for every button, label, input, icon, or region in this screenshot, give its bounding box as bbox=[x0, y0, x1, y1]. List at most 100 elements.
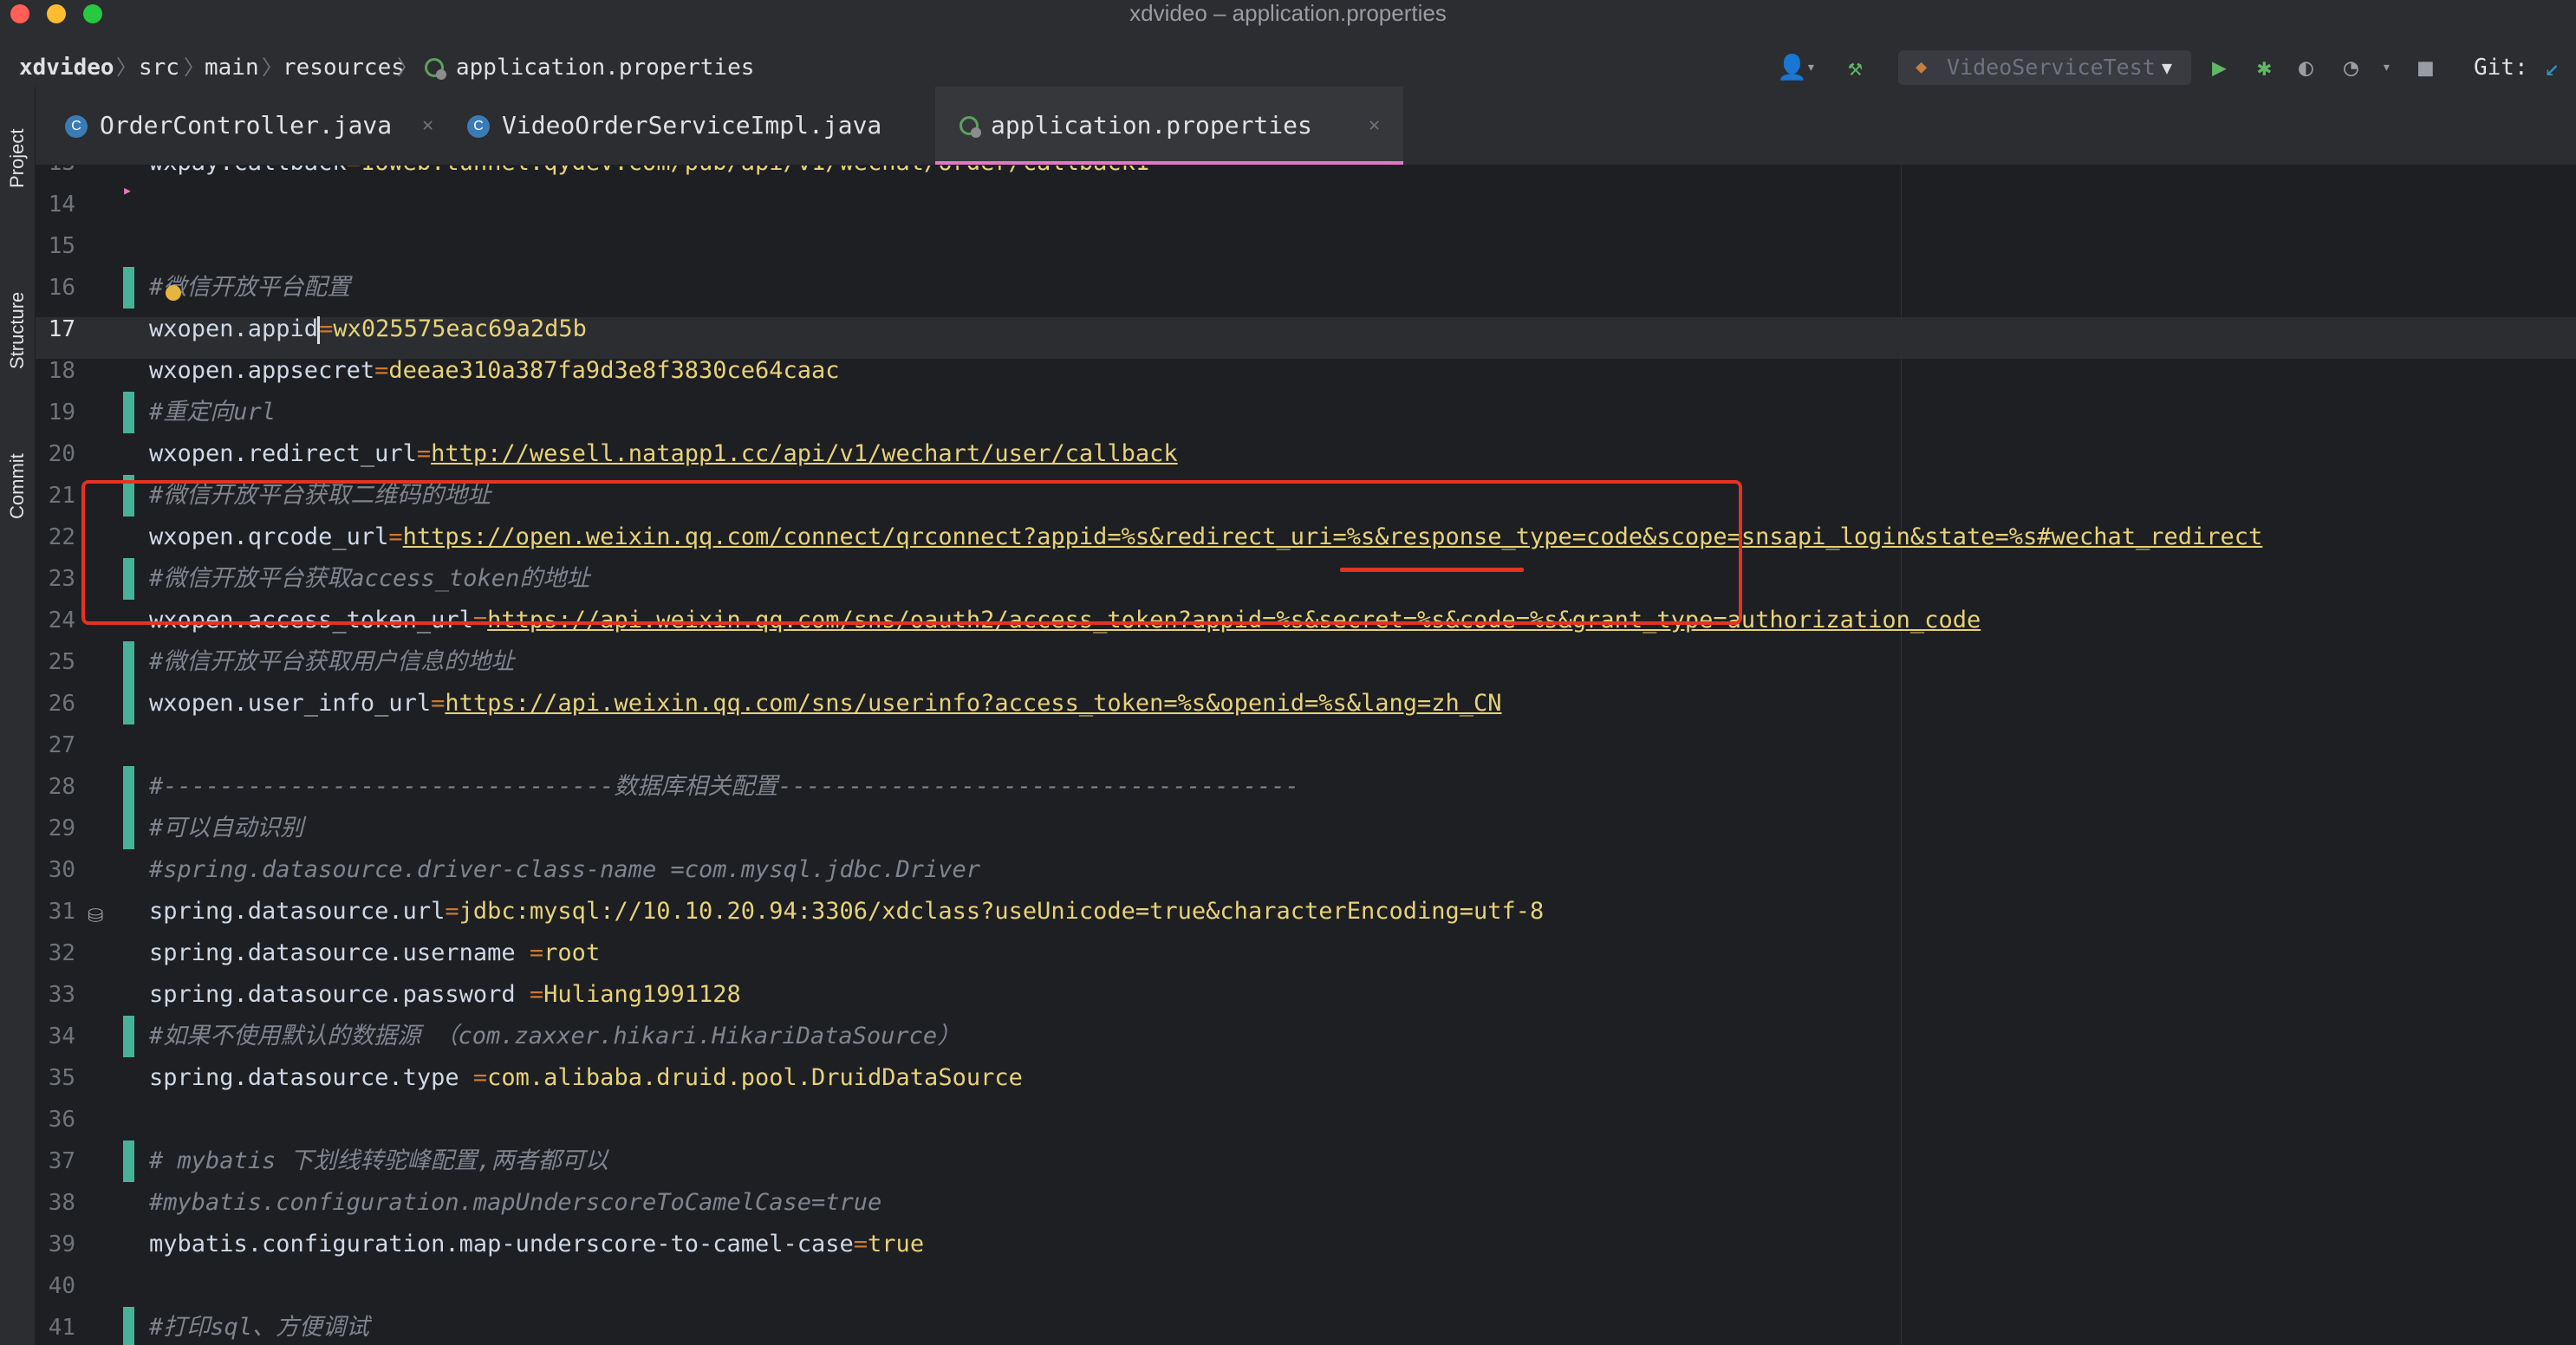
property-key: wxopen.appid bbox=[149, 315, 319, 342]
line-code: #mybatis.configuration.mapUnderscoreToCa… bbox=[149, 1182, 881, 1224]
line-code: # mybatis 下划线转驼峰配置,两者都可以 bbox=[149, 1140, 608, 1182]
property-value: true bbox=[868, 1231, 925, 1257]
tool-window-structure[interactable]: Structure bbox=[0, 257, 35, 404]
comment-text: #重定向url bbox=[149, 399, 276, 426]
line-number: 27 bbox=[48, 732, 75, 758]
line-number: 23 bbox=[48, 566, 75, 592]
property-key: wxpay.callback bbox=[149, 166, 347, 176]
window-title: xdvideo – application.properties bbox=[1129, 0, 1447, 26]
line-number: 26 bbox=[48, 691, 75, 717]
close-icon[interactable]: ✕ bbox=[1369, 87, 1380, 165]
vcs-change-marker bbox=[123, 766, 134, 808]
code-line: 18 wxopen.appsecret=deeae310a387fa9d3e8f3… bbox=[36, 350, 2576, 392]
property-value: Huliang1991128 bbox=[543, 981, 741, 1008]
close-icon[interactable]: ✕ bbox=[422, 87, 433, 165]
chevron-right-icon: 〉 bbox=[262, 55, 283, 80]
editor-tab-bar: C OrderController.java ✕ C VideoOrderSer… bbox=[36, 87, 2576, 166]
line-number: 41 bbox=[48, 1315, 75, 1341]
property-value: root bbox=[543, 939, 601, 966]
code-line: 19 #重定向url bbox=[36, 392, 2576, 433]
property-value-url[interactable]: http://wesell.natapp1.cc/api/v1/wechart/… bbox=[431, 440, 1178, 467]
code-line: 31 spring.datasource.url=jdbc:mysql://10.… bbox=[36, 891, 2576, 932]
tab-order-controller[interactable]: C OrderController.java ✕ bbox=[55, 87, 443, 165]
property-value: 16web.tunnel.qydev.com/pub/api/v1/wechat… bbox=[361, 166, 1149, 176]
vcs-change-marker bbox=[123, 392, 134, 433]
vcs-change-marker bbox=[123, 267, 134, 309]
property-value: com.alibaba.druid.pool.DruidDataSource bbox=[487, 1064, 1023, 1091]
tool-window-project[interactable]: Project bbox=[0, 102, 35, 215]
breadcrumb-file[interactable]: application.properties bbox=[456, 49, 754, 87]
intention-bulb-icon[interactable] bbox=[166, 285, 181, 301]
line-number: 38 bbox=[48, 1190, 75, 1216]
run-icon[interactable]: ▶ bbox=[2212, 49, 2227, 87]
run-config-label: VideoServiceTest bbox=[1947, 55, 2156, 80]
tab-application-properties[interactable]: application.properties ✕ bbox=[935, 87, 1403, 165]
breadcrumb-src[interactable]: src bbox=[139, 49, 179, 87]
comment-text: #微信开放平台获取用户信息的地址 bbox=[149, 648, 515, 675]
line-number: 29 bbox=[48, 815, 75, 841]
vcs-change-marker bbox=[123, 1016, 134, 1057]
user-account-icon[interactable]: 👤 bbox=[1777, 49, 1807, 87]
line-code: wxpay.callback=16web.tunnel.qydev.com/pu… bbox=[149, 166, 1149, 184]
line-number: 22 bbox=[48, 524, 75, 550]
code-line: 30 #spring.datasource.driver-class-name =… bbox=[36, 849, 2576, 891]
breadcrumb-resources[interactable]: resources bbox=[283, 49, 405, 87]
line-code: #可以自动识别 bbox=[149, 808, 303, 849]
line-code: wxopen.appid=wx025575eac69a2d5b bbox=[149, 309, 587, 350]
property-separator: = bbox=[319, 315, 334, 342]
property-key: wxopen.user_info_url bbox=[149, 690, 432, 717]
property-value: jdbc:mysql://10.10.20.94:3306/xdclass?us… bbox=[459, 898, 1545, 925]
line-number: 32 bbox=[48, 940, 75, 966]
code-line: 39 mybatis.configuration.map-underscore-t… bbox=[36, 1224, 2576, 1265]
code-line: 29 #可以自动识别 bbox=[36, 808, 2576, 849]
run-config-kind-icon: ◆ bbox=[1916, 56, 1928, 78]
java-class-icon: C bbox=[65, 115, 88, 138]
code-line: 13 wxpay.callback=16web.tunnel.qydev.com/… bbox=[36, 166, 2576, 184]
code-line: 41 #打印sql、方便调试 bbox=[36, 1307, 2576, 1345]
tab-label: VideoOrderServiceImpl.java bbox=[502, 111, 882, 140]
run-configuration-select[interactable]: ◆ VideoServiceTest ▼ bbox=[1898, 50, 2191, 85]
comment-text: #--------------------------------数据库相关配置… bbox=[149, 773, 1299, 800]
line-number: 40 bbox=[48, 1273, 75, 1299]
line-code: #打印sql、方便调试 bbox=[149, 1307, 369, 1345]
line-number: 14 bbox=[48, 192, 75, 218]
tab-video-order-service-impl[interactable]: C VideoOrderServiceImpl.java bbox=[457, 87, 881, 165]
code-line: 36 bbox=[36, 1099, 2576, 1140]
tool-window-commit[interactable]: Commit bbox=[0, 430, 35, 543]
code-line: 35 spring.datasource.type =com.alibaba.dr… bbox=[36, 1057, 2576, 1099]
property-value-url[interactable]: https://api.weixin.qq.com/sns/userinfo?a… bbox=[445, 690, 1501, 717]
line-code: #--------------------------------数据库相关配置… bbox=[149, 766, 1299, 808]
chevron-down-icon[interactable]: ▾ bbox=[1806, 49, 1816, 87]
code-line: 25 #微信开放平台获取用户信息的地址 bbox=[36, 641, 2576, 683]
tool-window-commit-label: Commit bbox=[6, 453, 28, 519]
vcs-change-marker bbox=[123, 1307, 134, 1345]
debug-bug-icon[interactable]: ✱ bbox=[2257, 49, 2272, 87]
annotation-underline bbox=[1340, 568, 1524, 572]
line-number: 13 bbox=[36, 166, 75, 184]
code-editor[interactable]: ▸ 13wxpay.callback=16web.tunnel.qydev.co… bbox=[36, 166, 2576, 1345]
breadcrumb-project[interactable]: xdvideo bbox=[19, 49, 114, 87]
chevron-right-icon: 〉 bbox=[116, 55, 137, 80]
coverage-shield-icon[interactable]: ◐ bbox=[2299, 49, 2313, 87]
property-separator: = bbox=[374, 357, 389, 384]
code-line: 27 bbox=[36, 724, 2576, 766]
chevron-down-icon: ▼ bbox=[2161, 57, 2172, 78]
comment-text: #打印sql、方便调试 bbox=[149, 1314, 370, 1341]
git-update-arrow-icon[interactable]: ↙ bbox=[2545, 49, 2560, 87]
line-code: #如果不使用默认的数据源 （com.zaxxer.hikari.HikariDa… bbox=[149, 1016, 960, 1057]
stop-icon[interactable]: ■ bbox=[2418, 49, 2433, 87]
git-label: Git: bbox=[2474, 55, 2528, 81]
line-code: spring.datasource.url=jdbc:mysql://10.10… bbox=[149, 891, 1544, 932]
property-separator: = bbox=[347, 166, 361, 176]
breadcrumb-main[interactable]: main bbox=[205, 49, 259, 87]
tool-window-project-label: Project bbox=[6, 128, 28, 189]
database-icon[interactable]: ⛁ bbox=[88, 906, 103, 927]
comment-text: #可以自动识别 bbox=[149, 815, 304, 841]
property-value: deeae310a387fa9d3e8f3830ce64caac bbox=[388, 357, 840, 384]
chevron-down-icon[interactable]: ▾ bbox=[2382, 49, 2391, 87]
profile-icon[interactable]: ◔ bbox=[2344, 49, 2358, 87]
comment-text: #如果不使用默认的数据源 （com.zaxxer.hikari.HikariDa… bbox=[149, 1023, 961, 1049]
property-key: spring.datasource.username bbox=[149, 939, 530, 966]
build-hammer-icon[interactable]: ⚒ bbox=[1848, 49, 1863, 87]
code-line: 38 #mybatis.configuration.mapUnderscoreTo… bbox=[36, 1182, 2576, 1224]
